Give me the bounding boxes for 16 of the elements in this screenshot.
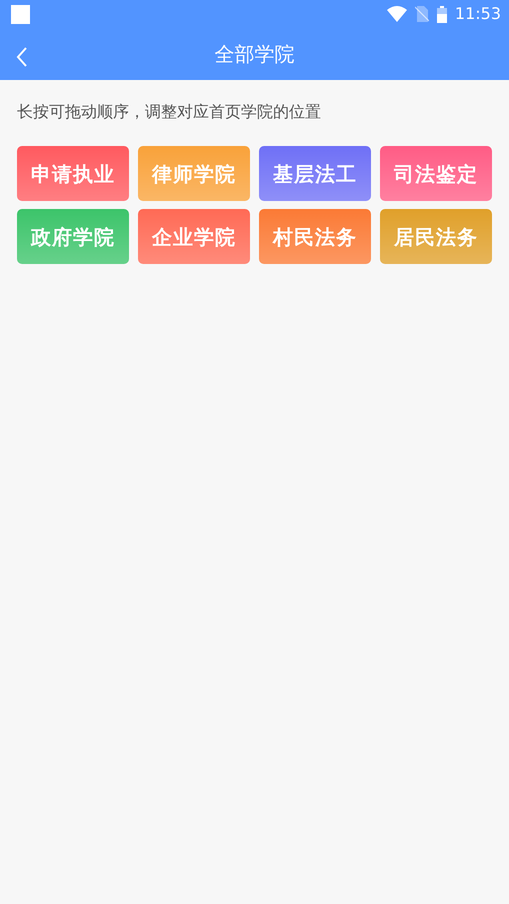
no-sim-icon (414, 6, 429, 22)
notification-icon (11, 4, 30, 24)
college-tile[interactable]: 律师学院 (138, 146, 250, 201)
hint-text: 长按可拖动顺序，调整对应首页学院的位置 (16, 101, 322, 123)
status-time: 11:53 (454, 3, 501, 25)
college-tile[interactable]: 居民法务 (380, 209, 492, 264)
college-tile[interactable]: 政府学院 (17, 209, 129, 264)
college-tile[interactable]: 基层法工 (259, 146, 371, 201)
college-tile[interactable]: 司法鉴定 (380, 146, 492, 201)
page-title: 全部学院 (214, 41, 294, 68)
college-tile[interactable]: 村民法务 (259, 209, 371, 264)
battery-icon (436, 6, 447, 22)
back-icon (16, 46, 28, 67)
college-tile[interactable]: 申请执业 (17, 146, 129, 201)
college-tile[interactable]: 企业学院 (138, 209, 250, 264)
wifi-icon (386, 6, 407, 22)
